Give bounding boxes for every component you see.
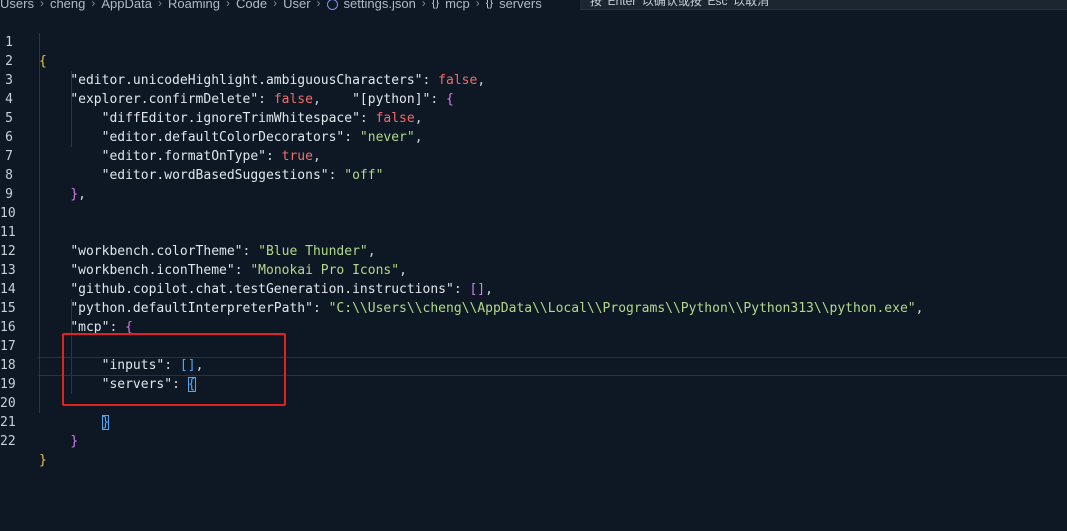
annotation-highlight-box xyxy=(62,333,286,406)
code-line: 13 "github.copilot.chat.testGeneration.i… xyxy=(0,263,493,297)
chevron-right-icon: › xyxy=(316,0,321,10)
code-line: 7 "editor.wordBasedSuggestions": "off" xyxy=(0,128,1067,183)
breadcrumb-item[interactable]: User xyxy=(283,0,310,11)
object-braces-icon: {} xyxy=(431,0,440,9)
chevron-right-icon: › xyxy=(226,0,230,10)
breadcrumb-item[interactable]: Users xyxy=(0,0,34,11)
settings-file-icon xyxy=(326,0,338,10)
object-braces-icon: {} xyxy=(485,0,494,9)
breadcrumb-symbol[interactable]: mcp xyxy=(445,0,470,11)
brace: } xyxy=(39,453,47,468)
code-line: 5 "editor.defaultColorDecorators": "neve… xyxy=(0,90,1067,145)
chevron-right-icon: › xyxy=(91,0,96,10)
breadcrumb: Users › cheng › AppData › Roaming › Code… xyxy=(0,0,580,12)
code-line: 12 "workbench.iconTheme": "Monokai Pro I… xyxy=(0,244,407,278)
code-line: 4 "diffEditor.ignoreTrimWhitespace": fal… xyxy=(0,71,1067,126)
breadcrumb-item[interactable]: Code xyxy=(236,0,267,11)
input-hint-bar: 按 'Enter' 以确认或按 'Esc' 以取消 xyxy=(580,0,1067,10)
brace: } xyxy=(70,434,79,449)
breadcrumb-item[interactable]: cheng xyxy=(50,0,85,11)
code-line: 15 "mcp": { xyxy=(0,301,133,335)
code-line: 2 "editor.unicodeHighlight.ambiguousChar… xyxy=(0,33,1067,88)
line-number: 22 xyxy=(0,434,16,449)
code-line: 10 xyxy=(0,185,1067,221)
code-line: 14 "python.defaultInterpreterPath": "C:\… xyxy=(0,282,924,316)
code-editor[interactable]: 1 { 2 "editor.unicodeHighlight.ambiguous… xyxy=(0,14,1067,531)
hint-text: 按 'Enter' 以确认或按 'Esc' 以取消 xyxy=(590,0,770,8)
code-line: 11 "workbench.colorTheme": "Blue Thunder… xyxy=(0,225,376,259)
breadcrumb-file[interactable]: settings.json xyxy=(344,0,416,11)
chevron-right-icon: › xyxy=(39,0,44,10)
code-line: 3 "explorer.confirmDelete": false, "[pyt… xyxy=(0,52,1067,107)
code-line: 1 { xyxy=(0,14,1067,69)
chevron-right-icon: › xyxy=(475,0,480,10)
chevron-right-icon: › xyxy=(421,0,426,10)
breadcrumb-symbol[interactable]: servers xyxy=(499,0,542,11)
code-line: 8 }, xyxy=(0,147,1067,202)
code-line: 9 xyxy=(0,166,1067,202)
breadcrumb-item[interactable]: Roaming xyxy=(168,0,220,11)
breadcrumb-item[interactable]: AppData xyxy=(101,0,152,11)
chevron-right-icon: › xyxy=(273,0,278,10)
chevron-right-icon: › xyxy=(157,0,162,10)
code-line: 16 xyxy=(0,299,1067,335)
code-line: 22 } xyxy=(0,413,1067,468)
code-line: 6 "editor.formatOnType": true, xyxy=(0,109,1067,164)
